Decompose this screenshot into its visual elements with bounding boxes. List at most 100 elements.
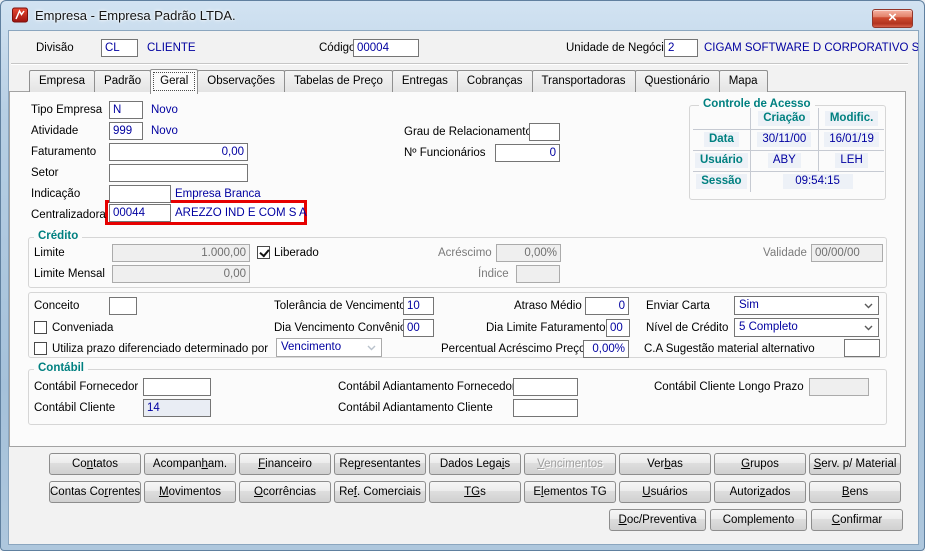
button-bens[interactable]: Bens bbox=[809, 481, 901, 503]
acesso-col-modific: Modific. bbox=[824, 110, 879, 126]
tab-cobrancas[interactable]: Cobranças bbox=[456, 70, 533, 92]
liberado-checkbox[interactable] bbox=[257, 246, 270, 259]
atraso-medio-input[interactable] bbox=[585, 297, 629, 315]
divisao-input[interactable] bbox=[101, 39, 138, 57]
faturamento-label: Faturamento bbox=[31, 146, 97, 158]
unidade-negocio-desc: CIGAM SOFTWARE D CORPORATIVO S.A bbox=[704, 42, 918, 54]
conceito-label: Conceito bbox=[34, 300, 80, 312]
button-row-1: Contatos Acompanham. Financeiro Representan… bbox=[49, 453, 901, 475]
button-ocorrencias[interactable]: Ocorrências bbox=[239, 481, 331, 503]
ca-sugestao-input[interactable] bbox=[844, 339, 880, 357]
button-representantes[interactable]: Representantes bbox=[334, 453, 426, 475]
contabil-fornecedor-label: Contábil Fornecedor bbox=[34, 381, 139, 393]
tab-transportadoras[interactable]: Transportadoras bbox=[531, 70, 636, 92]
close-icon: × bbox=[888, 9, 897, 26]
num-funcionarios-label: Nº Funcionários bbox=[404, 147, 486, 159]
tab-tabelas-de-preco[interactable]: Tabelas de Preço bbox=[284, 70, 393, 92]
contabil-longo-prazo-label: Contábil Cliente Longo Prazo bbox=[654, 381, 804, 393]
indice-input bbox=[516, 265, 560, 283]
codigo-label: Código bbox=[319, 42, 356, 54]
unidade-negocio-input[interactable] bbox=[664, 39, 698, 57]
grau-relacionamento-input[interactable] bbox=[529, 123, 560, 141]
acesso-data-modific: 16/01/19 bbox=[824, 132, 879, 147]
dia-limite-faturamento-label: Dia Limite Faturamento bbox=[486, 322, 606, 334]
button-serv-p-material[interactable]: Serv. p/ Material bbox=[809, 453, 901, 475]
contabil-fornecedor-input[interactable] bbox=[143, 378, 211, 396]
enviar-carta-label: Enviar Carta bbox=[646, 300, 710, 312]
button-grupos[interactable]: Grupos bbox=[714, 453, 806, 475]
tipo-empresa-input[interactable] bbox=[109, 101, 143, 119]
contabil-adiant-cliente-input[interactable] bbox=[513, 399, 578, 417]
setor-input[interactable] bbox=[109, 164, 248, 182]
button-row-2: Contas Correntes Movimentos Ocorrências Ref… bbox=[49, 481, 901, 503]
button-contas-correntes[interactable]: Contas Correntes bbox=[49, 481, 141, 503]
liberado-label: Liberado bbox=[274, 247, 319, 259]
window-title: Empresa - Empresa Padrão LTDA. bbox=[35, 8, 236, 23]
button-acompanham[interactable]: Acompanham. bbox=[144, 453, 236, 475]
dia-vencimento-convenio-input[interactable] bbox=[403, 319, 434, 337]
indicacao-input[interactable] bbox=[109, 185, 171, 203]
percentual-acrescimo-input[interactable] bbox=[583, 340, 629, 358]
centralizadora-label: Centralizadora bbox=[31, 209, 106, 221]
num-funcionarios-input[interactable] bbox=[495, 144, 560, 162]
tolerancia-vencimento-input[interactable] bbox=[403, 297, 434, 315]
chevron-down-icon bbox=[864, 303, 873, 309]
button-financeiro[interactable]: Financeiro bbox=[239, 453, 331, 475]
nivel-credito-select[interactable]: 5 Completo bbox=[734, 318, 879, 337]
atividade-input[interactable] bbox=[109, 122, 143, 140]
tab-entregas[interactable]: Entregas bbox=[391, 70, 458, 92]
button-confirmar[interactable]: Confirmar bbox=[811, 509, 903, 531]
indicacao-desc: Empresa Branca bbox=[175, 188, 261, 200]
faturamento-input[interactable] bbox=[109, 143, 248, 161]
button-ref-comerciais[interactable]: Ref. Comerciais bbox=[334, 481, 426, 503]
acesso-row-usuario-label: Usuário bbox=[695, 153, 748, 168]
contabil-title: Contábil bbox=[34, 362, 88, 374]
enviar-carta-select[interactable]: Sim bbox=[734, 296, 879, 315]
titlebar[interactable]: Empresa - Empresa Padrão LTDA. × bbox=[1, 1, 924, 30]
utiliza-prazo-checkbox[interactable] bbox=[34, 342, 47, 355]
indice-label: Índice bbox=[478, 268, 509, 280]
contabil-adiant-fornecedor-input[interactable] bbox=[513, 378, 578, 396]
tab-geral[interactable]: Geral bbox=[150, 69, 199, 94]
nivel-credito-value: 5 Completo bbox=[739, 321, 798, 333]
acesso-row-sessao-label: Sessão bbox=[696, 174, 747, 190]
close-button[interactable]: × bbox=[872, 9, 913, 28]
acesso-usuario-modific: LEH bbox=[835, 153, 868, 168]
button-complemento[interactable]: Complemento bbox=[710, 509, 807, 531]
button-vencimentos: Vencimentos bbox=[524, 453, 616, 475]
centralizadora-input[interactable] bbox=[109, 204, 171, 222]
button-contatos[interactable]: Contatos bbox=[49, 453, 141, 475]
tab-mapa[interactable]: Mapa bbox=[718, 70, 768, 92]
conceito-input[interactable] bbox=[109, 297, 137, 315]
button-dados-legais[interactable]: Dados Legais bbox=[429, 453, 521, 475]
button-autorizados[interactable]: Autorizados bbox=[714, 481, 806, 503]
divisao-label: Divisão bbox=[36, 42, 74, 54]
tab-observacoes[interactable]: Observações bbox=[197, 70, 286, 92]
button-verbas[interactable]: Verbas bbox=[619, 453, 711, 475]
dia-vencimento-convenio-label: Dia Vencimento Convênio bbox=[274, 322, 407, 334]
validade-label: Validade bbox=[763, 247, 807, 259]
codigo-input[interactable] bbox=[353, 39, 419, 57]
limite-input bbox=[112, 244, 250, 262]
conveniada-checkbox[interactable] bbox=[34, 321, 47, 334]
ca-sugestao-label: C.A Sugestão material alternativo bbox=[644, 343, 815, 355]
tab-padrao[interactable]: Padrão bbox=[94, 70, 152, 92]
indicacao-label: Indicação bbox=[31, 188, 81, 200]
button-doc-preventiva[interactable]: Doc/Preventiva bbox=[609, 509, 706, 531]
contabil-adiant-fornecedor-label: Contábil Adiantamento Fornecedor bbox=[338, 381, 516, 393]
button-usuarios[interactable]: Usuários bbox=[619, 481, 711, 503]
chevron-down-icon bbox=[367, 345, 376, 351]
prazo-tipo-select: Vencimento bbox=[276, 338, 382, 357]
button-elementos-tg[interactable]: Elementos TG bbox=[524, 481, 616, 503]
dia-limite-faturamento-input[interactable] bbox=[606, 319, 630, 337]
acesso-sessao-value: 09:54:15 bbox=[782, 174, 853, 190]
button-row-3: Doc/Preventiva Complemento Confirmar bbox=[609, 509, 903, 531]
button-movimentos[interactable]: Movimentos bbox=[144, 481, 236, 503]
tab-empresa[interactable]: Empresa bbox=[29, 70, 96, 92]
nivel-credito-label: Nível de Crédito bbox=[646, 322, 729, 334]
limite-label: Limite bbox=[34, 247, 65, 259]
contabil-cliente-input[interactable] bbox=[143, 399, 211, 417]
button-tgs[interactable]: TGs bbox=[429, 481, 521, 503]
acesso-usuario-criacao: ABY bbox=[767, 153, 801, 168]
tab-questionario[interactable]: Questionário bbox=[634, 70, 720, 92]
